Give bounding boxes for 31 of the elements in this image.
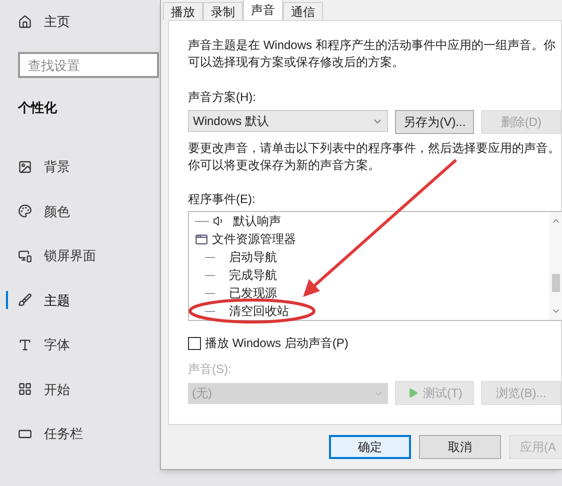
field-label: 程序事件(E): [188, 191, 256, 208]
field-label: 声音(S): [188, 361, 232, 378]
search-field[interactable]: 查找设置 [18, 52, 159, 78]
sidebar-item[interactable]: 颜色 [44, 202, 70, 221]
instruction-text: 要更改声音，请单击以下列表中的程序事件，然后选择要应用的声音。你可以将更改保存为新的声音方案。 [188, 140, 561, 174]
event-item[interactable]: 已发现源 [229, 284, 277, 302]
sidebar-item[interactable]: 任务栏 [44, 424, 83, 444]
field-label: 声音方案(H): [188, 89, 257, 106]
scheme-dropdown[interactable]: Windows 默认 [188, 110, 388, 132]
tab[interactable]: 声音 [243, 0, 283, 20]
checkbox-label[interactable]: 播放 Windows 启动声音(P) [205, 334, 348, 352]
tab[interactable]: 通信 [283, 2, 323, 20]
dialog-button[interactable]: 取消 [419, 435, 501, 459]
section-title: 个性化 [18, 99, 58, 117]
event-item[interactable]: 默认响声 [233, 212, 281, 230]
sidebar-item[interactable]: 字体 [44, 335, 70, 354]
event-item[interactable]: 启动导航 [229, 248, 277, 266]
event-item[interactable]: 文件资源管理器 [212, 230, 296, 248]
event-item[interactable]: 完成导航 [229, 266, 277, 284]
event-list[interactable]: 默认响声 文件资源管理器 启动导航 完成导航 已发现源 清空回收站 [188, 211, 562, 321]
sidebar-item[interactable]: 背景 [44, 157, 70, 176]
description-text: 声音主题是在 Windows 和程序产生的活动事件中应用的一组声音。你可以选择现有方案或保存修改后的方案。 [188, 37, 556, 71]
tab[interactable]: 播放 [163, 2, 203, 20]
sidebar-item[interactable]: 主题 [44, 290, 70, 310]
home-link[interactable]: 主页 [44, 12, 70, 32]
sidebar-item[interactable]: 开始 [44, 380, 70, 399]
dialog-button[interactable]: 确定 [329, 435, 411, 459]
event-item[interactable]: 清空回收站 [229, 302, 289, 320]
sidebar-item[interactable]: 锁屏界面 [44, 246, 96, 266]
button[interactable]: 另存为(V)... [394, 110, 474, 134]
tab[interactable]: 录制 [203, 2, 243, 20]
